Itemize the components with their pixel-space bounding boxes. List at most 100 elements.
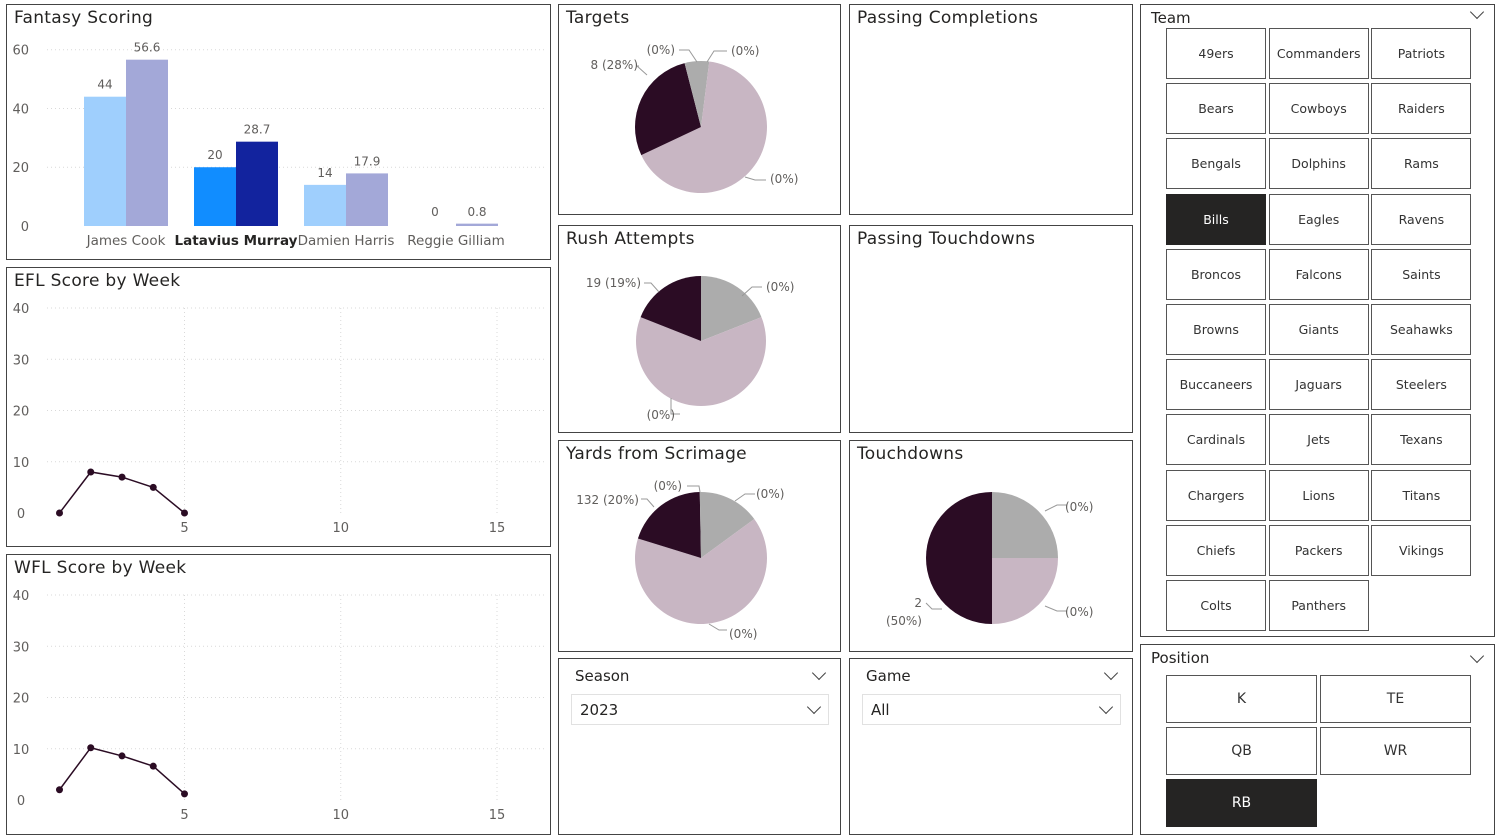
team-option-jaguars[interactable]: Jaguars [1268, 359, 1369, 411]
bar[interactable] [304, 184, 346, 226]
data-point[interactable] [181, 790, 188, 798]
chevron-down-icon [806, 699, 822, 715]
bar[interactable] [84, 96, 126, 226]
team-option-vikings[interactable]: Vikings [1371, 524, 1472, 576]
team-option-lions[interactable]: Lions [1268, 469, 1369, 521]
slice-label: (0%) [729, 627, 757, 641]
team-option-steelers[interactable]: Steelers [1371, 359, 1472, 411]
bar-value-label: 0 [431, 205, 439, 219]
team-option-falcons[interactable]: Falcons [1268, 248, 1369, 300]
game-dropdown[interactable]: All [862, 694, 1121, 725]
team-option-seahawks[interactable]: Seahawks [1371, 304, 1472, 355]
team-option-giants[interactable]: Giants [1268, 304, 1369, 355]
x-category-label: James Cook [86, 233, 166, 249]
season-collapse-chevron-icon[interactable] [811, 665, 827, 681]
game-label: Game [866, 667, 911, 685]
team-option-dolphins[interactable]: Dolphins [1268, 138, 1369, 190]
y-tick-label: 40 [12, 102, 29, 117]
y-tick-label: 0 [17, 507, 25, 522]
season-label: Season [575, 667, 630, 685]
data-point[interactable] [149, 762, 157, 770]
team-option-colts[interactable]: Colts [1166, 580, 1266, 631]
leader-line [744, 176, 766, 181]
slice-label: (0%) [1065, 605, 1093, 619]
data-point[interactable] [56, 786, 63, 794]
x-category-label: Damien Harris [298, 233, 395, 249]
team-option-broncos[interactable]: Broncos [1166, 248, 1266, 300]
x-tick-label: 15 [489, 808, 506, 823]
y-tick-label: 10 [13, 456, 30, 471]
slice-label: (0%) [770, 172, 798, 186]
team-option-bills[interactable]: Bills [1166, 193, 1266, 245]
x-tick-label: 5 [180, 808, 188, 823]
pie-slice[interactable] [926, 492, 992, 624]
data-point[interactable] [56, 509, 63, 517]
position-collapse-chevron-icon[interactable] [1469, 648, 1485, 664]
fantasy-scoring-panel: Fantasy Scoring 0 20 40 60 44 56.6 James Cook 2… [6, 4, 551, 260]
slice-label: (0%) [647, 408, 675, 422]
data-point[interactable] [87, 744, 95, 752]
team-option-chargers[interactable]: Chargers [1166, 469, 1266, 521]
bar[interactable] [126, 59, 168, 227]
bar[interactable] [236, 141, 278, 226]
team-option-cowboys[interactable]: Cowboys [1268, 83, 1369, 135]
team-option-texans[interactable]: Texans [1371, 414, 1472, 466]
data-point[interactable] [118, 473, 126, 481]
x-category-label: Latavius Murray [175, 233, 298, 249]
team-option-rams[interactable]: Rams [1371, 138, 1472, 190]
y-tick-label: 10 [13, 743, 30, 758]
yards-pie-chart: (0%) (0%) 132 (20%) (0%) [576, 479, 784, 641]
touchdowns-panel: Touchdowns (0%) (0%) 2 (50%) [849, 440, 1133, 652]
team-option-cardinals[interactable]: Cardinals [1166, 414, 1266, 466]
leader-line [644, 282, 660, 293]
team-option-patriots[interactable]: Patriots [1371, 28, 1472, 79]
team-option-chiefs[interactable]: Chiefs [1166, 524, 1266, 576]
leader-line [925, 602, 942, 610]
team-option-bengals[interactable]: Bengals [1166, 138, 1266, 190]
team-collapse-chevron-icon[interactable] [1469, 4, 1485, 20]
bar[interactable] [456, 223, 498, 226]
team-option-saints[interactable]: Saints [1371, 248, 1472, 300]
team-option-panthers[interactable]: Panthers [1268, 580, 1369, 631]
season-dropdown[interactable]: 2023 [571, 694, 829, 725]
data-point[interactable] [149, 483, 157, 491]
passing-completions-panel: Passing Completions [849, 4, 1133, 215]
slice-label: (50%) [886, 614, 922, 628]
x-tick-label: 10 [332, 521, 349, 536]
pie-slice[interactable] [992, 492, 1058, 558]
data-point[interactable] [118, 752, 126, 760]
data-point[interactable] [87, 468, 95, 476]
x-tick-label: 5 [180, 521, 188, 536]
position-option-wr[interactable]: WR [1320, 727, 1471, 775]
team-option-buccaneers[interactable]: Buccaneers [1166, 359, 1266, 411]
team-option-raiders[interactable]: Raiders [1371, 83, 1472, 135]
team-option-titans[interactable]: Titans [1371, 469, 1472, 521]
team-option-bears[interactable]: Bears [1166, 83, 1266, 135]
position-option-te[interactable]: TE [1320, 675, 1471, 723]
data-point[interactable] [181, 509, 188, 517]
team-slicer: Team 49ers Commanders Patriots Bears Cowboys… [1140, 4, 1495, 637]
y-tick-label: 30 [13, 640, 30, 655]
team-option-jets[interactable]: Jets [1268, 414, 1369, 466]
team-option-packers[interactable]: Packers [1268, 524, 1369, 576]
position-option-rb[interactable]: RB [1166, 779, 1317, 827]
pie-slice[interactable] [992, 558, 1058, 624]
team-option-browns[interactable]: Browns [1166, 304, 1266, 355]
leader-line [635, 65, 648, 76]
bar-value-label: 56.6 [134, 41, 161, 55]
leader-line [1044, 605, 1067, 612]
team-option-ravens[interactable]: Ravens [1371, 193, 1472, 245]
slice-label: 132 (20%) [576, 493, 639, 507]
position-option-k[interactable]: K [1166, 675, 1317, 723]
position-option-qb[interactable]: QB [1166, 727, 1317, 775]
slice-label: (0%) [756, 487, 784, 501]
x-category-label: Reggie Gilliam [407, 233, 504, 249]
team-option-49ers[interactable]: 49ers [1166, 28, 1266, 79]
slice-label: (0%) [766, 280, 794, 294]
game-collapse-chevron-icon[interactable] [1103, 665, 1119, 681]
bar[interactable] [194, 167, 236, 226]
bar[interactable] [346, 173, 388, 226]
efl-score-panel: EFL Score by Week 0 10 20 30 40 5 10 15 [6, 267, 551, 547]
team-option-eagles[interactable]: Eagles [1268, 193, 1369, 245]
team-option-commanders[interactable]: Commanders [1268, 28, 1369, 79]
